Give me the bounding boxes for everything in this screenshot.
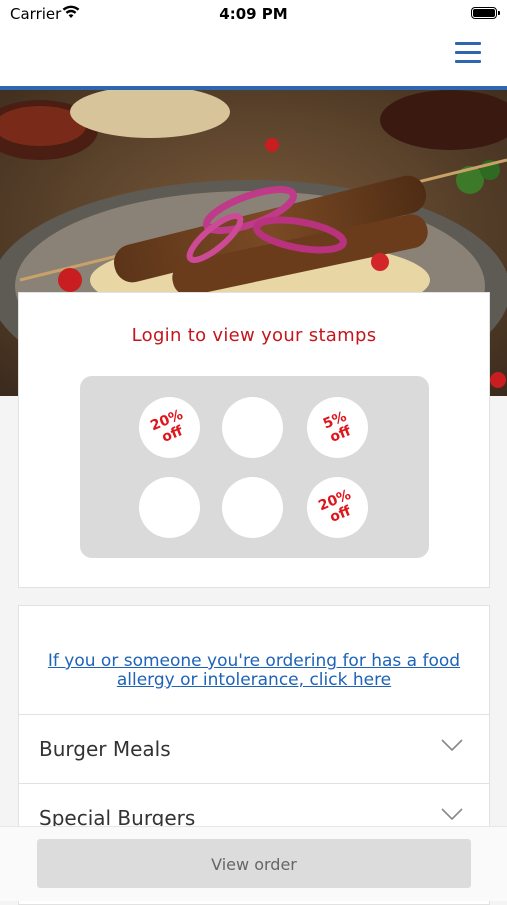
- category-burger-meals[interactable]: Burger Meals: [19, 714, 489, 784]
- stamp-offer: 20% off: [315, 486, 354, 526]
- stamp-slot: 20% off: [307, 477, 368, 538]
- category-label: Burger Meals: [39, 737, 171, 761]
- stamp-card: Login to view your stamps 20% off 5% off 2…: [18, 292, 490, 588]
- bottom-bar: View order: [0, 826, 507, 901]
- stamp-slot: [139, 477, 200, 538]
- stamp-offer: 20% off: [147, 406, 186, 446]
- stamp-slot: 5% off: [307, 397, 368, 458]
- app-header: [0, 28, 507, 86]
- allergy-info-link[interactable]: If you or someone you're ordering for ha…: [39, 652, 469, 690]
- chevron-down-icon: [441, 739, 463, 752]
- chevron-down-icon: [441, 808, 463, 821]
- stamp-slot: [222, 397, 283, 458]
- stamp-grid: 20% off 5% off 20% off: [80, 376, 429, 558]
- battery-icon: [471, 7, 500, 19]
- hamburger-menu-icon[interactable]: [455, 40, 483, 66]
- stamp-slot: 20% off: [139, 397, 200, 458]
- status-bar: Carrier 4:09 PM: [0, 0, 507, 28]
- stamp-slot: [222, 477, 283, 538]
- stamp-offer: 5% off: [320, 408, 353, 446]
- clock: 4:09 PM: [219, 5, 288, 23]
- view-order-button[interactable]: View order: [37, 839, 471, 888]
- login-prompt[interactable]: Login to view your stamps: [19, 325, 489, 346]
